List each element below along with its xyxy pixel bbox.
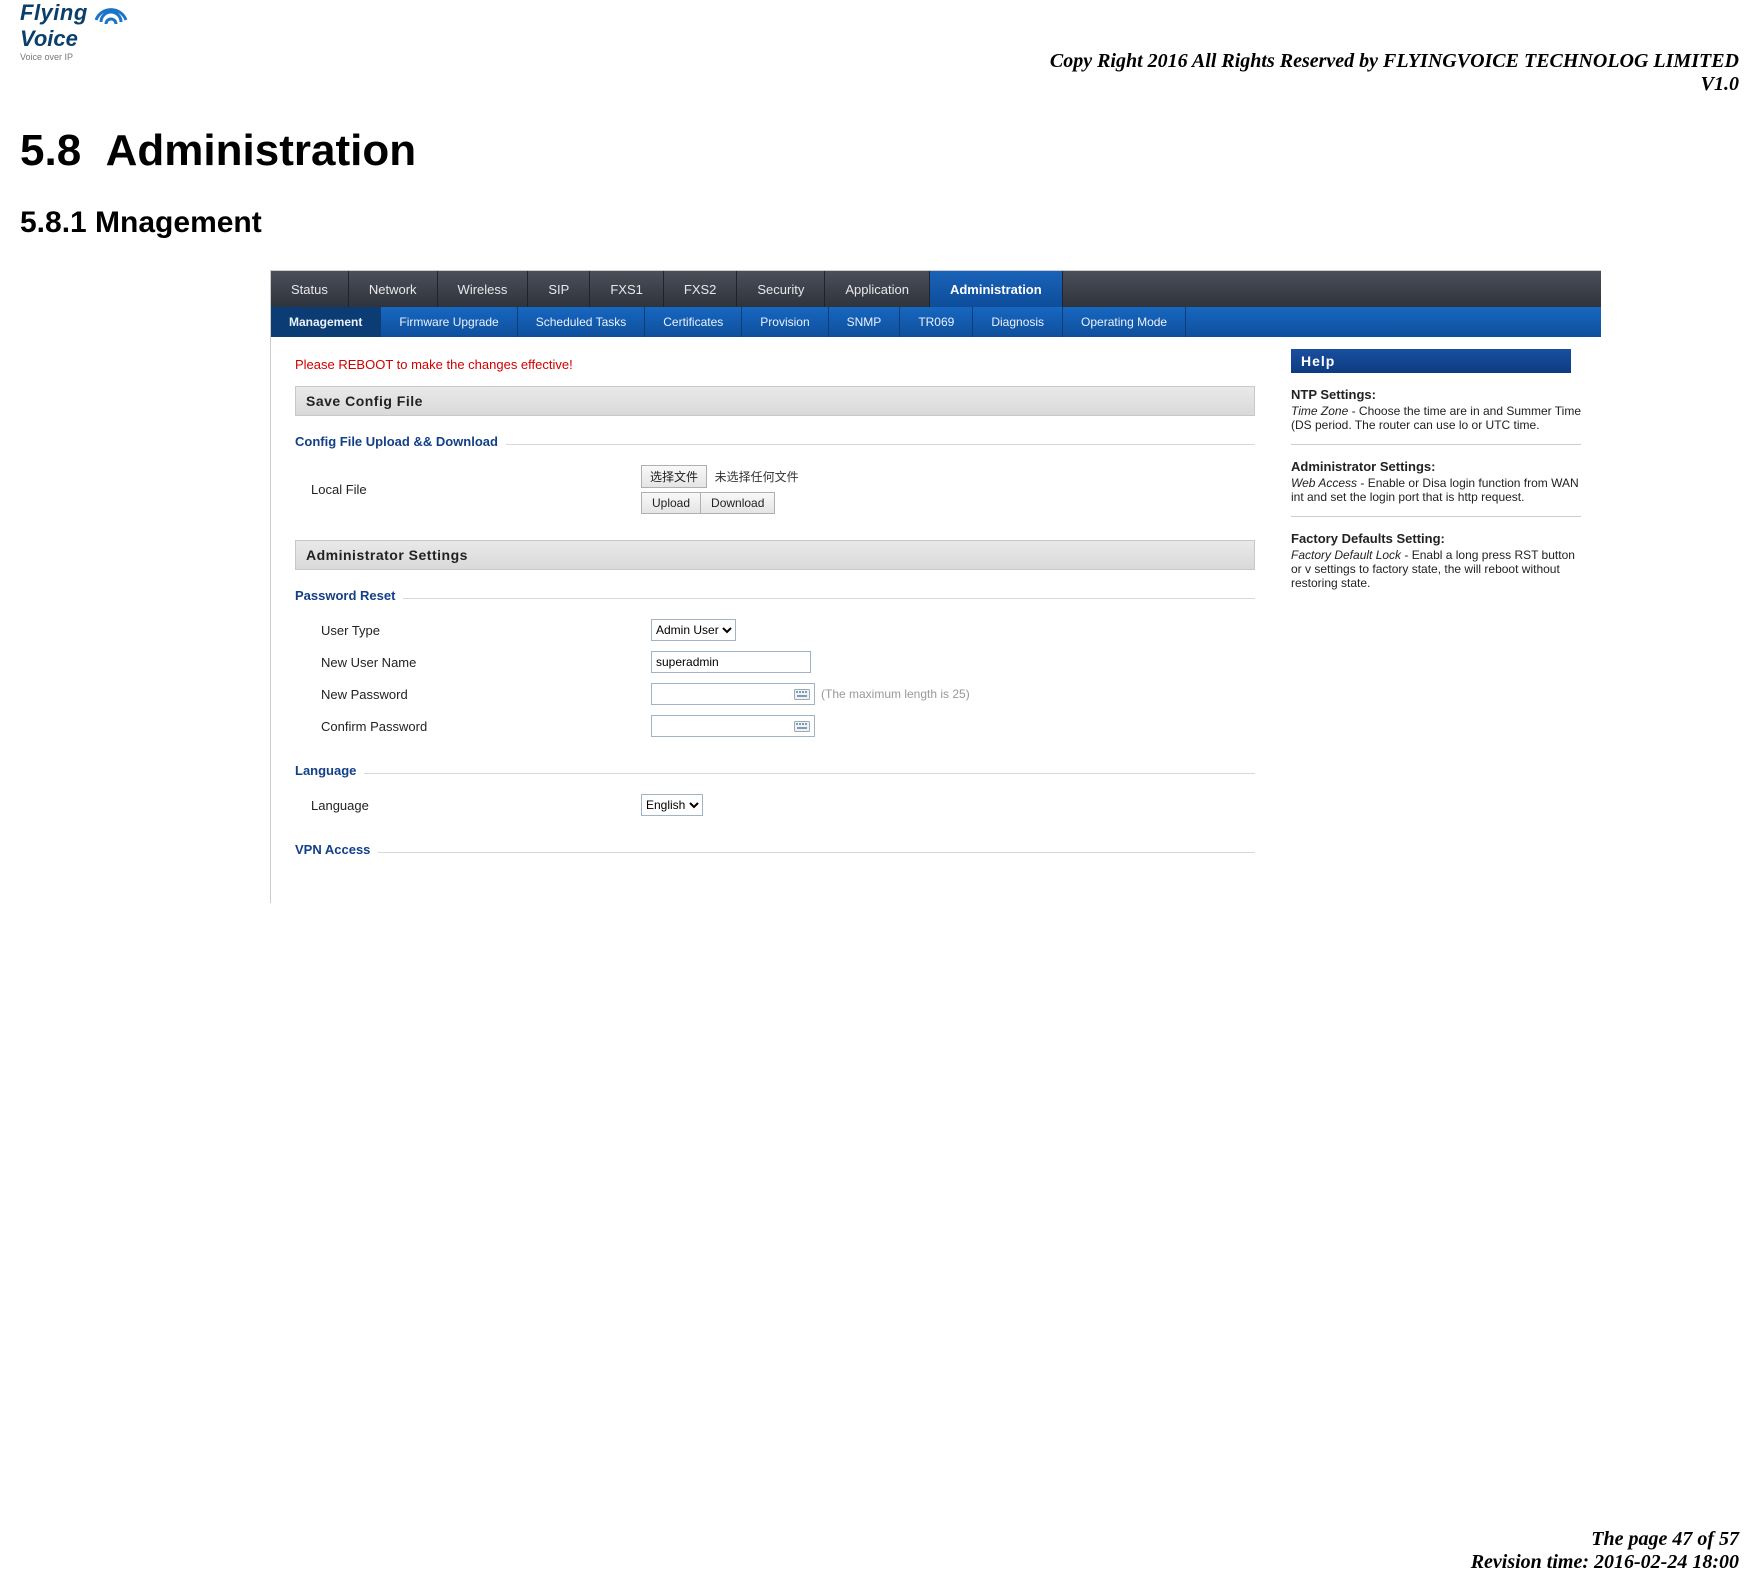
tab-wireless[interactable]: Wireless bbox=[438, 271, 529, 307]
user-type-label: User Type bbox=[321, 623, 651, 638]
vpn-access-legend: VPN Access bbox=[295, 842, 370, 857]
brand-logo: Flying Voice Voice over IP bbox=[20, 0, 140, 60]
language-select[interactable]: English bbox=[641, 794, 703, 816]
section-title: Administration bbox=[106, 126, 416, 175]
subtab-scheduled-tasks[interactable]: Scheduled Tasks bbox=[518, 307, 646, 337]
new-password-input[interactable] bbox=[652, 686, 790, 702]
language-fieldset: Language Language English bbox=[295, 763, 1255, 816]
tab-application[interactable]: Application bbox=[825, 271, 930, 307]
config-file-fieldset: Config File Upload && Download Local Fil… bbox=[295, 434, 1255, 514]
tab-status[interactable]: Status bbox=[271, 271, 349, 307]
divider bbox=[403, 598, 1255, 599]
help-ntp-title: NTP Settings: bbox=[1291, 387, 1581, 402]
confirm-password-label: Confirm Password bbox=[321, 719, 651, 734]
password-reset-legend: Password Reset bbox=[295, 588, 395, 603]
password-max-hint: (The maximum length is 25) bbox=[821, 687, 970, 701]
subtab-operating-mode[interactable]: Operating Mode bbox=[1063, 307, 1186, 337]
help-factory: Factory Defaults Setting: Factory Defaul… bbox=[1291, 531, 1581, 590]
section-heading: 5.8 Administration bbox=[20, 126, 1743, 176]
tab-sip[interactable]: SIP bbox=[528, 271, 590, 307]
tab-security[interactable]: Security bbox=[737, 271, 825, 307]
admin-settings-bar: Administrator Settings bbox=[295, 540, 1255, 570]
download-button[interactable]: Download bbox=[701, 492, 775, 514]
help-title: Help bbox=[1291, 349, 1571, 373]
tab-administration[interactable]: Administration bbox=[930, 271, 1063, 307]
divider bbox=[364, 773, 1255, 774]
help-admin: Administrator Settings: Web Access - Ena… bbox=[1291, 459, 1581, 504]
section-number: 5.8 bbox=[20, 126, 81, 175]
help-admin-title: Administrator Settings: bbox=[1291, 459, 1581, 474]
subtab-tr069[interactable]: TR069 bbox=[900, 307, 973, 337]
no-file-text: 未选择任何文件 bbox=[715, 468, 799, 485]
vpn-access-fieldset: VPN Access bbox=[295, 842, 1255, 863]
config-file-legend: Config File Upload && Download bbox=[295, 434, 498, 449]
help-factory-body: Factory Default Lock - Enabl a long pres… bbox=[1291, 548, 1581, 590]
tab-fxs2[interactable]: FXS2 bbox=[664, 271, 738, 307]
help-admin-body: Web Access - Enable or Disa login functi… bbox=[1291, 476, 1581, 504]
help-factory-title: Factory Defaults Setting: bbox=[1291, 531, 1581, 546]
local-file-label: Local File bbox=[311, 482, 641, 497]
logo-text-2: Voice bbox=[20, 26, 140, 52]
keyboard-icon[interactable] bbox=[793, 687, 811, 701]
divider bbox=[1291, 444, 1581, 445]
footer-revision: Revision time: 2016-02-24 18:00 bbox=[1471, 1551, 1739, 1574]
language-legend: Language bbox=[295, 763, 356, 778]
upload-button[interactable]: Upload bbox=[641, 492, 701, 514]
language-label: Language bbox=[311, 798, 641, 813]
subtab-certificates[interactable]: Certificates bbox=[645, 307, 742, 337]
help-ntp-body: Time Zone - Choose the time are in and S… bbox=[1291, 404, 1581, 432]
subsection-heading: 5.8.1 Mnagement bbox=[20, 206, 1743, 240]
subtab-management[interactable]: Management bbox=[271, 307, 381, 337]
new-user-name-input[interactable] bbox=[651, 651, 811, 673]
subtab-snmp[interactable]: SNMP bbox=[829, 307, 901, 337]
save-config-bar: Save Config File bbox=[295, 386, 1255, 416]
subtab-provision[interactable]: Provision bbox=[742, 307, 828, 337]
footer-page: The page 47 of 57 bbox=[1471, 1528, 1739, 1551]
version-text: V1.0 bbox=[20, 73, 1739, 96]
primary-tabs: StatusNetworkWirelessSIPFXS1FXS2Security… bbox=[271, 271, 1601, 307]
help-ntp: NTP Settings: Time Zone - Choose the tim… bbox=[1291, 387, 1581, 432]
confirm-password-input[interactable] bbox=[652, 718, 790, 734]
subtab-diagnosis[interactable]: Diagnosis bbox=[973, 307, 1063, 337]
divider bbox=[1291, 516, 1581, 517]
keyboard-icon[interactable] bbox=[793, 719, 811, 733]
user-type-select[interactable]: Admin User bbox=[651, 619, 736, 641]
password-reset-fieldset: Password Reset User Type Admin User New … bbox=[295, 588, 1255, 737]
help-panel: Help NTP Settings: Time Zone - Choose th… bbox=[1279, 337, 1601, 903]
new-user-name-label: New User Name bbox=[321, 655, 651, 670]
copyright-text: Copy Right 2016 All Rights Reserved by F… bbox=[20, 50, 1739, 73]
tab-fxs1[interactable]: FXS1 bbox=[590, 271, 664, 307]
logo-tagline: Voice over IP bbox=[20, 52, 140, 62]
new-password-label: New Password bbox=[321, 687, 651, 702]
subtab-firmware-upgrade[interactable]: Firmware Upgrade bbox=[381, 307, 517, 337]
admin-screenshot: StatusNetworkWirelessSIPFXS1FXS2Security… bbox=[270, 270, 1601, 903]
secondary-tabs: ManagementFirmware UpgradeScheduled Task… bbox=[271, 307, 1601, 337]
main-panel: Please REBOOT to make the changes effect… bbox=[271, 337, 1279, 903]
wifi-icon bbox=[92, 0, 130, 26]
divider bbox=[506, 444, 1255, 445]
tab-network[interactable]: Network bbox=[349, 271, 438, 307]
divider bbox=[378, 852, 1255, 853]
choose-file-button[interactable]: 选择文件 bbox=[641, 465, 707, 488]
reboot-notice: Please REBOOT to make the changes effect… bbox=[295, 357, 1255, 372]
